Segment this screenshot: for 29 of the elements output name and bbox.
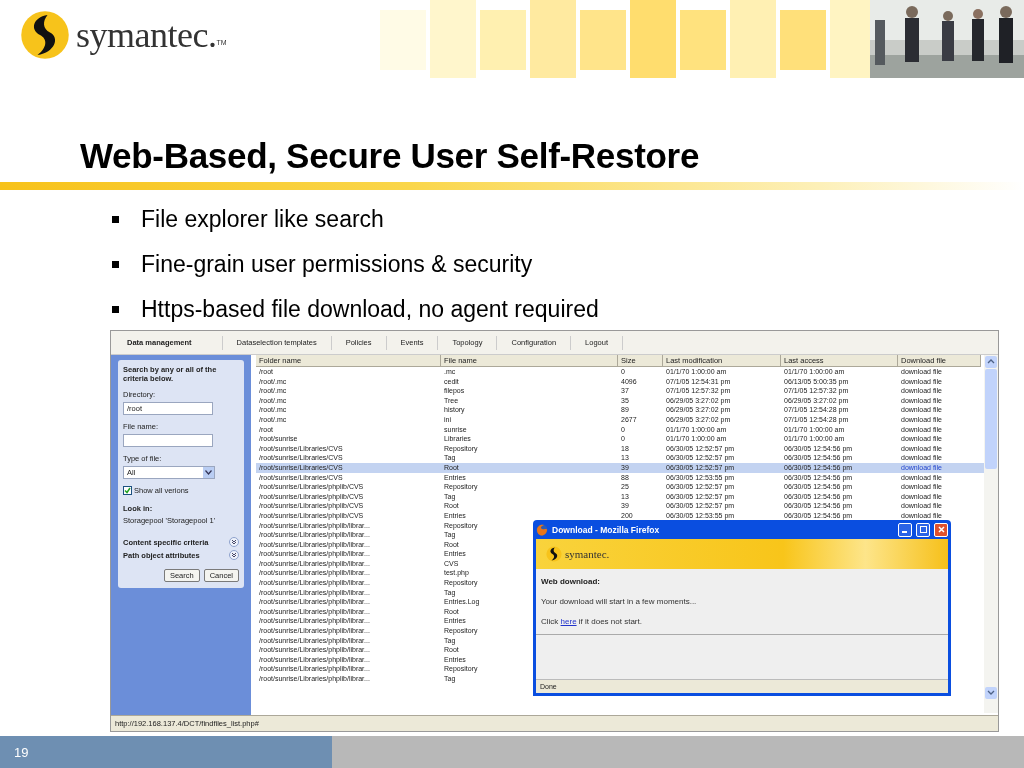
file-name-field[interactable]: [123, 434, 213, 447]
close-button[interactable]: [934, 522, 948, 537]
here-link[interactable]: here: [560, 617, 577, 626]
bullet-text: Fine-grain user permissions & security: [141, 251, 533, 278]
expand-icon[interactable]: [229, 550, 239, 560]
maximize-icon: [919, 526, 927, 533]
scrollbar[interactable]: [984, 355, 998, 713]
window-title: Download - Mozilla Firefox: [552, 524, 661, 535]
logo-text: symantec.: [76, 14, 217, 56]
bullet-icon: [112, 306, 119, 313]
download-message: Your download will start in a few moments...: [541, 597, 698, 606]
maximize-button[interactable]: [916, 522, 930, 537]
bullet-text: File explorer like search: [141, 206, 384, 233]
bullet-icon: [112, 216, 119, 223]
slide-number: 19: [14, 744, 29, 760]
retry-message: Click here if it does not start.: [541, 617, 643, 626]
bullet-text: Https-based file download, no agent required: [141, 296, 599, 323]
download-heading: Web download:: [541, 577, 601, 586]
minimize-button[interactable]: [898, 522, 912, 537]
browser-icon: [536, 523, 548, 536]
dropdown-icon: [205, 470, 212, 475]
logo-icon: [20, 10, 70, 60]
logo-icon: [546, 546, 562, 562]
show-all-checkbox[interactable]: [123, 486, 132, 495]
slide-title: Web-Based, Secure User Self-Restore: [80, 136, 701, 176]
logo-text: symantec.: [565, 548, 610, 560]
expand-icon[interactable]: [229, 537, 239, 547]
bullet-icon: [112, 261, 119, 268]
close-icon: [937, 526, 945, 533]
